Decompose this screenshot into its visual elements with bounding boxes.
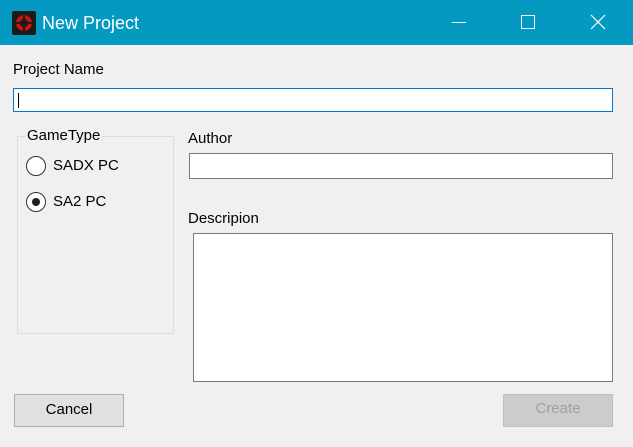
radio-label-sa2-pc: SA2 PC [53, 193, 107, 210]
new-project-dialog: New Project Project Name GameType SADX P… [0, 0, 633, 447]
close-icon [590, 14, 606, 30]
author-label: Author [188, 130, 233, 147]
project-name-input[interactable] [13, 88, 613, 112]
description-label: Descripion [188, 210, 259, 227]
create-button[interactable]: Create [503, 394, 613, 427]
cancel-button[interactable]: Cancel [14, 394, 124, 427]
radio-circle[interactable] [26, 192, 46, 212]
author-input[interactable] [189, 153, 613, 179]
radio-sa2-pc[interactable]: SA2 PC [26, 192, 146, 214]
close-button[interactable] [575, 0, 621, 45]
radio-circle[interactable] [26, 156, 46, 176]
description-textarea[interactable] [193, 233, 613, 382]
project-name-label: Project Name [13, 61, 104, 78]
text-caret [18, 93, 19, 108]
maximize-icon [521, 15, 535, 29]
minimize-icon [452, 22, 466, 23]
radio-sadx-pc[interactable]: SADX PC [26, 156, 146, 178]
app-icon [12, 11, 36, 35]
minimize-button[interactable] [436, 0, 482, 45]
gametype-legend: GameType [25, 127, 103, 145]
radio-label-sadx-pc: SADX PC [53, 157, 119, 174]
maximize-button[interactable] [505, 0, 551, 45]
window-title: New Project [42, 13, 140, 33]
title-bar[interactable]: New Project [0, 0, 633, 45]
radio-selected-dot [32, 198, 40, 206]
